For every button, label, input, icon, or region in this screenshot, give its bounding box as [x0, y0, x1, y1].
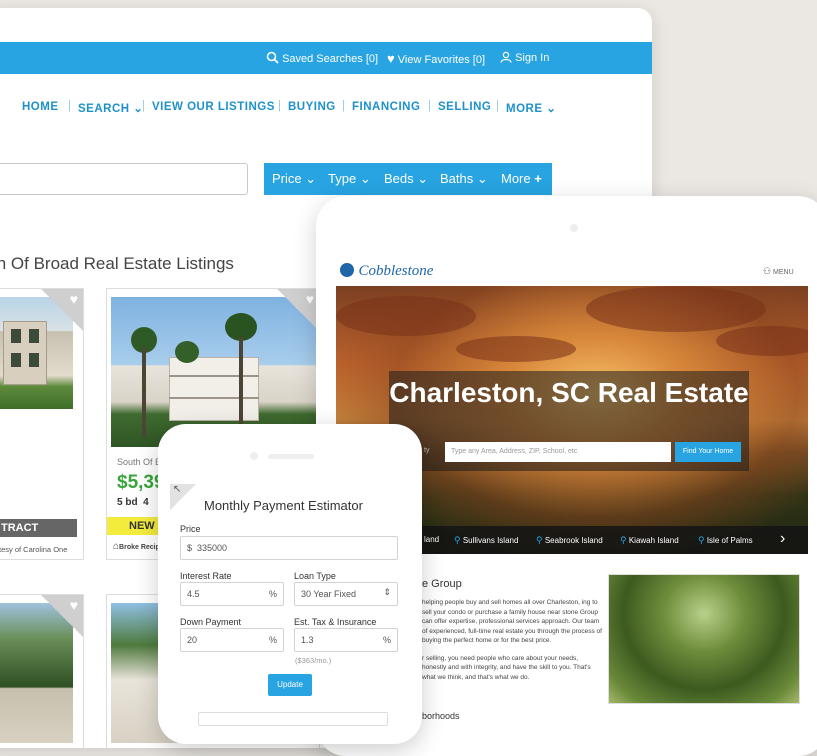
island-link[interactable]: ⚲ Isle of Palms	[698, 535, 753, 546]
map-pin-icon: ⚲	[698, 535, 705, 545]
saved-searches-label: Saved Searches [0]	[282, 53, 379, 65]
map-pin-icon: ⚲	[454, 535, 461, 545]
update-button[interactable]: Update	[268, 674, 312, 696]
island-link[interactable]: ⚲ Sullivans Island	[454, 535, 518, 546]
chevron-down-icon: ⌄	[305, 171, 317, 186]
nav-financing[interactable]: FINANCING	[352, 101, 420, 113]
view-favorites-link[interactable]: ♥ View Favorites [0]	[387, 51, 485, 66]
saved-searches-link[interactable]: Saved Searches [0]	[266, 51, 378, 65]
expand-arrow-icon[interactable]: ↖	[170, 484, 196, 510]
nav-buying[interactable]: BUYING	[288, 101, 336, 113]
broker-logo: ⌂Broke Recip	[113, 541, 160, 552]
nav-search[interactable]: SEARCH ⌄	[78, 101, 143, 115]
cobblestone-logo-icon	[340, 263, 354, 277]
sign-in-link[interactable]: Sign In	[500, 51, 549, 64]
price-label: Price	[180, 524, 201, 534]
interest-rate-label: Interest Rate	[180, 571, 232, 581]
filter-type[interactable]: Type ⌄	[328, 171, 371, 187]
island-link[interactable]: ⚲ Seabrook Island	[536, 535, 603, 546]
listing-search-input[interactable]	[0, 163, 248, 195]
chevron-down-icon: ⌄	[359, 171, 371, 186]
nav-selling[interactable]: SELLING	[438, 101, 491, 113]
favorite-button[interactable]: ♥	[41, 289, 83, 331]
listing-area: South Of E	[117, 457, 162, 467]
favorite-button[interactable]: ♥	[277, 289, 319, 331]
listing-card[interactable]: ♥ s TRACT tesy of Carolina One	[0, 288, 84, 560]
sign-in-label: Sign In	[515, 52, 550, 64]
listings-heading: th Of Broad Real Estate Listings	[0, 254, 234, 273]
chevron-down-icon: ⌄	[417, 171, 429, 186]
nav-view-listings[interactable]: VIEW OUR LISTINGS	[152, 101, 275, 113]
tax-monthly-amount: ($363/mo.)	[295, 656, 332, 665]
down-payment-label: Down Payment	[180, 617, 242, 627]
heart-icon: ♥	[387, 51, 395, 66]
filter-more[interactable]: More +	[501, 171, 542, 186]
hero-search-input[interactable]: Type any Area, Address, ZIP, School, etc	[445, 442, 671, 462]
map-pin-icon: ⚲	[620, 535, 627, 545]
listing-courtesy: tesy of Carolina One	[0, 545, 68, 554]
island-link[interactable]: ⚲ Kiawah Island	[620, 535, 679, 546]
top-utility-bar: Saved Searches [0] ♥ View Favorites [0] …	[0, 42, 652, 74]
price-input[interactable]: $ 335000	[180, 536, 398, 560]
about-photo	[608, 574, 800, 704]
map-pin-icon: ⚲	[536, 535, 543, 545]
tax-insurance-label: Est. Tax & Insurance	[294, 617, 377, 627]
user-icon	[500, 51, 512, 63]
loan-type-label: Loan Type	[294, 571, 336, 581]
menu-button[interactable]: ⚇ MENU	[763, 266, 794, 277]
phone-mockup: ↖ Monthly Payment Estimator Price $ 3350…	[158, 424, 422, 744]
filter-beds[interactable]: Beds ⌄	[384, 171, 428, 187]
search-icon	[266, 51, 279, 64]
nav-more[interactable]: MORE ⌄	[506, 101, 556, 115]
status-badge: TRACT	[0, 519, 77, 537]
about-text: helping people buy and sell homes all ov…	[422, 599, 602, 681]
chevron-down-icon: ⌄	[546, 103, 557, 115]
listing-card[interactable]: ♥	[0, 594, 84, 748]
heart-icon: ♥	[69, 597, 78, 613]
favorite-button[interactable]: ♥	[41, 595, 83, 637]
loan-type-select[interactable]: 30 Year Fixed ⇕	[294, 582, 398, 606]
find-your-home-button[interactable]: Find Your Home	[675, 442, 741, 462]
main-navigation: HOME | SEARCH ⌄ | VIEW OUR LISTINGS | BU…	[22, 100, 557, 115]
chevron-down-icon: ⌄	[476, 171, 488, 186]
user-menu-icon: ⚇	[763, 266, 772, 276]
filter-price[interactable]: Price ⌄	[272, 171, 316, 187]
down-payment-input[interactable]: 20 %	[180, 628, 284, 652]
chevron-right-icon[interactable]: ›	[780, 530, 785, 548]
about-heading: e Group	[422, 578, 462, 590]
heart-icon: ♥	[69, 291, 78, 307]
select-arrows-icon: ⇕	[383, 587, 391, 597]
interest-rate-input[interactable]: 4.5 %	[180, 582, 284, 606]
site-logo[interactable]: Cobblestone	[340, 262, 433, 280]
estimator-title: Monthly Payment Estimator	[204, 498, 363, 513]
heart-icon: ♥	[305, 291, 314, 307]
nav-home[interactable]: HOME	[22, 101, 59, 113]
view-favorites-label: View Favorites [0]	[397, 54, 486, 66]
filter-bar: Price ⌄ Type ⌄ Beds ⌄ Baths ⌄ More +	[264, 163, 552, 195]
tax-insurance-input[interactable]: 1.3 %	[294, 628, 398, 652]
hero-title: Charleston, SC Real Estate	[389, 377, 749, 408]
neighborhoods-heading: borhoods	[422, 711, 460, 721]
filter-baths[interactable]: Baths ⌄	[440, 171, 488, 187]
plus-icon: +	[534, 171, 542, 186]
listing-beds: 5 bd 4	[117, 497, 149, 508]
